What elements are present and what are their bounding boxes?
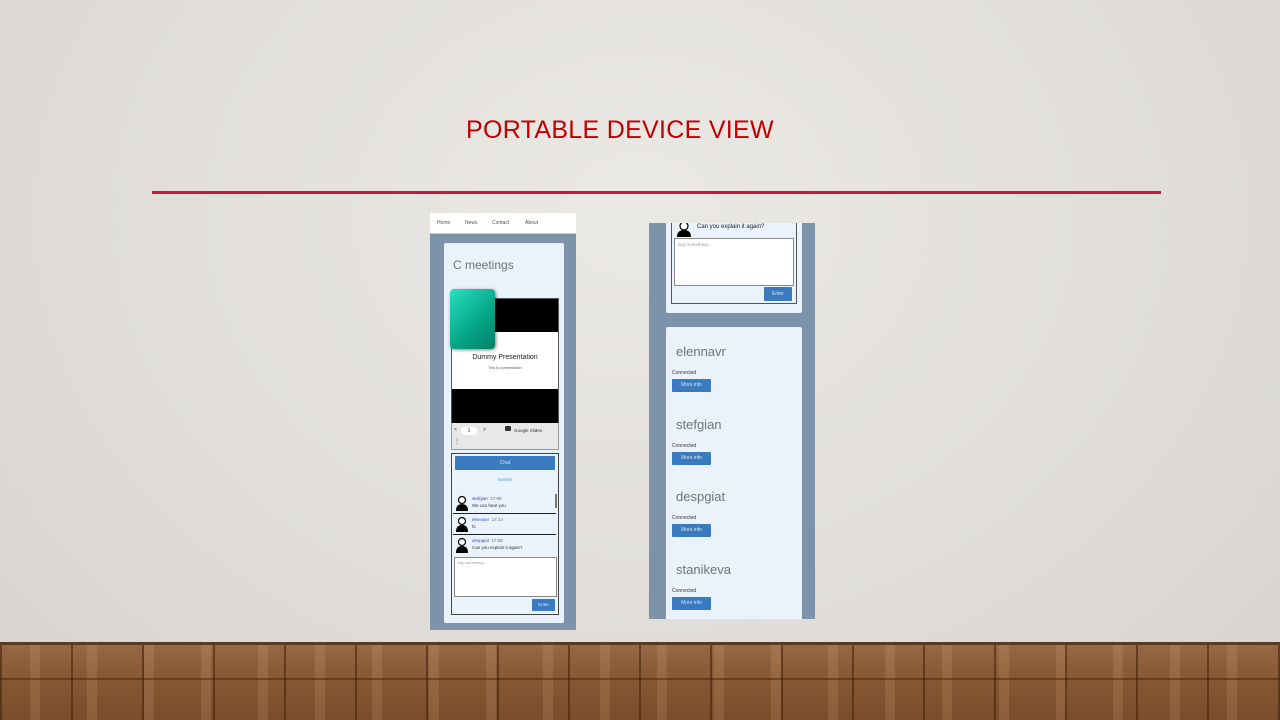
- user-status: Connected: [672, 588, 697, 594]
- prev-page-button[interactable]: <: [454, 427, 457, 433]
- message-user: stefgian 17:00: [472, 496, 502, 501]
- more-info-button[interactable]: More info: [672, 597, 711, 610]
- user-status: Connected: [672, 515, 697, 521]
- more-vert-icon[interactable]: ⋮: [454, 438, 460, 445]
- teal-shape: [450, 289, 495, 349]
- user-name: stanikeva: [676, 562, 731, 577]
- presentation-controls: < 1 > ⋮ Google Slides: [451, 423, 559, 450]
- nav-home[interactable]: Home: [437, 220, 450, 226]
- user-status: Connected: [672, 443, 697, 449]
- message-text: hi: [472, 524, 476, 529]
- chat-message: stefgian 17:00 We can hear you: [453, 494, 556, 512]
- chat-message: elennavr 17:14 hi: [453, 515, 556, 533]
- user-entry: stanikeva Connected More info: [666, 562, 802, 619]
- more-info-button[interactable]: More info: [672, 379, 711, 392]
- message-text: We can hear you: [472, 503, 506, 508]
- enter-button[interactable]: Enter: [532, 599, 555, 611]
- user-name: despgiat: [676, 489, 726, 504]
- nav-about[interactable]: About: [525, 220, 538, 226]
- message-divider: [453, 534, 556, 535]
- phone-view-users: Can you explain it again? Say something.…: [649, 223, 815, 619]
- message-input[interactable]: Say something...: [674, 238, 794, 286]
- user-name: elennavr: [676, 344, 726, 359]
- message-user: elennavr 17:14: [472, 517, 504, 522]
- avatar-icon: [456, 495, 468, 511]
- avatar-icon: [677, 223, 691, 237]
- more-info-button[interactable]: More info: [672, 452, 711, 465]
- app-title: C meetings: [453, 258, 514, 272]
- nav-news[interactable]: News: [465, 220, 478, 226]
- message-text: Can you explain it again?: [697, 224, 765, 230]
- message-input[interactable]: Say something...: [454, 557, 557, 597]
- users-card: elennavr Connected More info stefgian Co…: [666, 327, 802, 619]
- next-page-button[interactable]: >: [483, 427, 486, 433]
- slide-title: PORTABLE DEVICE VIEW: [466, 116, 774, 144]
- presentation-viewer[interactable]: Dummy Presentation This is a presentatio…: [450, 289, 559, 424]
- chat-panel: Chat Events stefgian 17:00 We can hear y…: [451, 453, 559, 615]
- phone-view-main: Home News Contact About C meetings Dummy…: [430, 213, 576, 630]
- wood-floor: [0, 642, 1280, 720]
- user-status: Connected: [672, 370, 697, 376]
- chat-button[interactable]: Chat: [455, 456, 555, 470]
- chat-panel: Can you explain it again? Say something.…: [671, 223, 797, 304]
- message-text: Can you explain it again?: [472, 545, 523, 550]
- google-slides-link[interactable]: Google Slides: [514, 427, 554, 434]
- chat-scrollbar[interactable]: [555, 494, 557, 508]
- nav-contact[interactable]: Contact: [492, 220, 509, 226]
- slide-bar-bottom: [452, 389, 558, 423]
- page-number[interactable]: 1: [461, 427, 477, 435]
- chat-card: Can you explain it again? Say something.…: [666, 223, 802, 313]
- user-entry: despgiat Connected More info: [666, 489, 802, 559]
- title-rule: [152, 191, 1161, 194]
- presentation-subtitle: This is a presentation: [488, 366, 522, 370]
- user-entry: elennavr Connected More info: [666, 344, 802, 414]
- more-info-button[interactable]: More info: [672, 524, 711, 537]
- avatar-icon: [456, 516, 468, 532]
- events-link[interactable]: Events: [452, 477, 558, 482]
- top-nav: Home News Contact About: [430, 213, 576, 234]
- user-entry: stefgian Connected More info: [666, 417, 802, 487]
- enter-button[interactable]: Enter: [764, 287, 792, 301]
- message-divider: [453, 513, 556, 514]
- message-user: despgiat 17:55: [472, 538, 503, 543]
- chat-message: despgiat 17:55 Can you explain it again?: [453, 536, 556, 554]
- slides-icon: [505, 426, 511, 431]
- presentation-title: Dummy Presentation: [472, 354, 538, 361]
- meeting-card: C meetings Dummy Presentation This is a …: [444, 243, 564, 623]
- user-name: stefgian: [676, 417, 722, 432]
- avatar-icon: [456, 537, 468, 553]
